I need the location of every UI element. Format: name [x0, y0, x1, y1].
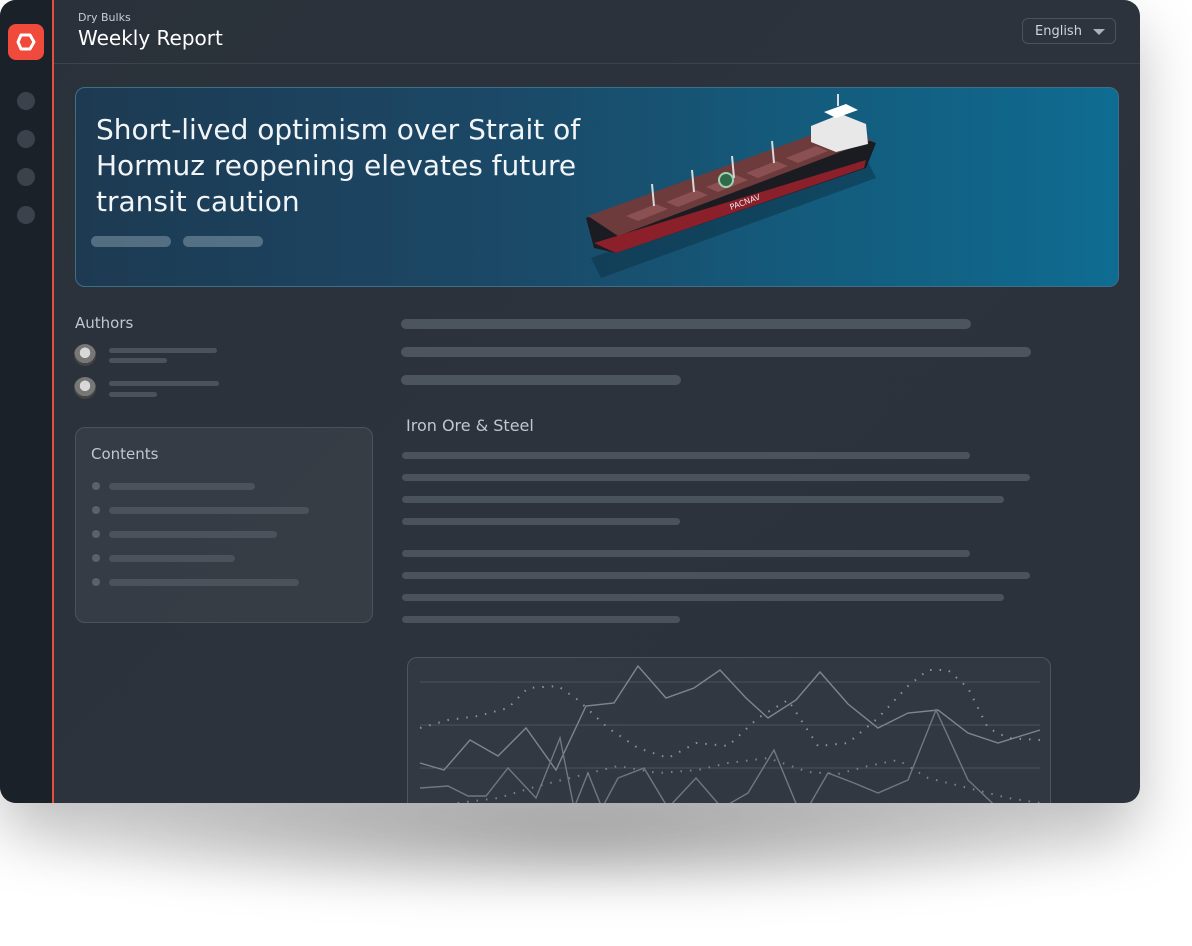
hero-tag-2: [183, 236, 263, 247]
chart-series-3: [419, 669, 1041, 760]
body-line-5: [402, 550, 970, 557]
contents-bullet-3: [92, 530, 100, 538]
author-avatar-2[interactable]: [74, 377, 96, 399]
app-window: Dry Bulks Weekly Report English PACNAV S…: [0, 0, 1140, 803]
chart-series-4: [450, 756, 1041, 803]
body-line-1: [402, 452, 970, 459]
intro-line-3: [401, 375, 681, 385]
chevron-down-icon: [1093, 29, 1105, 35]
section-heading: Iron Ore & Steel: [406, 416, 534, 435]
language-select[interactable]: English: [1022, 18, 1116, 44]
intro-line-2: [401, 347, 1031, 357]
nav-item-3[interactable]: [17, 168, 35, 186]
contents-item-1[interactable]: [109, 483, 255, 490]
contents-item-5[interactable]: [109, 579, 299, 586]
nav-item-1[interactable]: [17, 92, 35, 110]
body-line-2: [402, 474, 1030, 481]
contents-panel: Contents: [75, 427, 373, 623]
author-avatar-1[interactable]: [74, 344, 96, 366]
contents-bullet-5: [92, 578, 100, 586]
language-select-value: English: [1035, 24, 1082, 39]
author-name-2: [109, 381, 219, 386]
contents-item-2[interactable]: [109, 507, 309, 514]
hero-title: Short-lived optimism over Strait of Horm…: [96, 113, 581, 218]
body-line-7: [402, 594, 1004, 601]
contents-bullet-1: [92, 482, 100, 490]
body-line-4: [402, 518, 680, 525]
body-line-3: [402, 496, 1004, 503]
logo-icon[interactable]: [8, 24, 44, 60]
nav-item-4[interactable]: [17, 206, 35, 224]
sidebar: [0, 0, 54, 803]
author-name-1: [109, 348, 217, 353]
nav-item-2[interactable]: [17, 130, 35, 148]
contents-item-3[interactable]: [109, 531, 277, 538]
chart-series-2: [419, 708, 994, 803]
contents-bullet-4: [92, 554, 100, 562]
chart-panel: [407, 657, 1051, 803]
line-chart: [419, 664, 1041, 803]
contents-bullet-2: [92, 506, 100, 514]
contents-item-4[interactable]: [109, 555, 235, 562]
top-bar: Dry Bulks Weekly Report English: [54, 0, 1140, 64]
hero-tag-1: [91, 236, 171, 247]
body-line-8: [402, 616, 680, 623]
body-line-6: [402, 572, 1030, 579]
page-title: Weekly Report: [78, 26, 223, 50]
intro-line-1: [401, 319, 971, 329]
hero-banner: PACNAV Short-lived optimism over Strait …: [75, 87, 1119, 287]
breadcrumb: Dry Bulks: [78, 11, 131, 24]
authors-label: Authors: [75, 314, 134, 332]
contents-label: Contents: [91, 445, 159, 463]
author-role-2: [109, 392, 157, 397]
author-role-1: [109, 358, 167, 363]
